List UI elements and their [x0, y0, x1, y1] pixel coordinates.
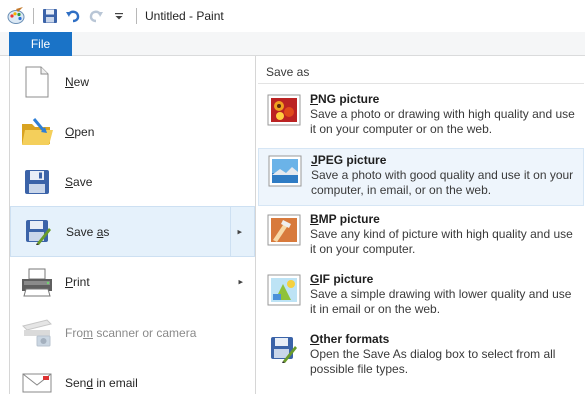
save-option-title: BMP picture [310, 212, 580, 227]
label-text: scanner or camera [93, 326, 197, 340]
save-option-description: Save a photo with good quality and use i… [311, 168, 574, 197]
access-key: G [310, 272, 320, 286]
email-icon [20, 366, 54, 394]
save-option-description: Save any kind of picture with high quali… [310, 227, 573, 256]
label-text: Fro [65, 326, 83, 340]
access-key: O [310, 332, 320, 346]
menu-item-label: Open [65, 125, 94, 139]
title-separator [136, 8, 137, 24]
save-option-title: JPEG picture [311, 153, 581, 168]
menu-item-print[interactable]: Print ▸ [10, 257, 255, 307]
save-icon [20, 165, 54, 199]
label-text: Save [66, 224, 97, 239]
access-key: B [310, 212, 319, 226]
title-text: MP picture [318, 212, 380, 226]
save-icon[interactable] [40, 6, 60, 26]
menu-item-label: Print [65, 275, 90, 289]
title-text: PEG picture [317, 153, 387, 167]
label-text: ave [73, 175, 93, 189]
save-option-description: Save a simple drawing with lower quality… [310, 287, 572, 316]
window-title: Untitled - Paint [145, 9, 224, 23]
menu-item-save-as[interactable]: Save as ▸ [10, 206, 255, 257]
label-text: ew [73, 75, 90, 89]
label-text: pen [74, 125, 95, 139]
save-option-text: GIF picture Save a simple drawing with lo… [310, 272, 580, 326]
jpeg-picture-icon [267, 153, 303, 189]
save-as-icon [21, 215, 55, 249]
access-key: P [310, 92, 319, 106]
menu-item-new[interactable]: New [10, 57, 255, 107]
file-tab[interactable]: File [9, 32, 72, 56]
scanner-icon [20, 316, 54, 350]
save-option-description: Save a photo or drawing with high qualit… [310, 107, 575, 136]
redo-icon[interactable] [86, 6, 106, 26]
save-option-description: Open the Save As dialog box to select fr… [310, 347, 556, 376]
header-divider [258, 83, 584, 84]
submenu-arrow-icon[interactable]: ▸ [238, 277, 243, 288]
save-option-text: PNG picture Save a photo or drawing with … [310, 92, 580, 146]
open-folder-icon [20, 115, 54, 149]
customize-dropdown-icon[interactable] [109, 6, 129, 26]
title-bar: Untitled - Paint [0, 0, 585, 32]
save-option-gif-picture[interactable]: GIF picture Save a simple drawing with lo… [258, 268, 584, 326]
menu-item-send-in-email[interactable]: Send in email [10, 358, 255, 394]
menu-item-from-scanner-or-camera: From scanner or camera [10, 308, 255, 358]
label-text: s [103, 224, 110, 239]
gif-picture-icon [266, 272, 302, 308]
save-option-png-picture[interactable]: PNG picture Save a photo or drawing with … [258, 88, 584, 146]
save-option-text: JPEG picture Save a photo with good quali… [311, 153, 581, 205]
printer-icon [20, 265, 54, 299]
access-key: O [65, 125, 75, 139]
access-key: N [65, 75, 74, 89]
paint-app-icon[interactable] [6, 6, 26, 26]
access-key: m [83, 326, 93, 340]
save-option-text: BMP picture Save any kind of picture with… [310, 212, 580, 266]
panel-header: Save as [266, 65, 310, 79]
menu-item-label: Save [65, 175, 92, 189]
title-text: IF picture [319, 272, 374, 286]
access-key: P [65, 275, 74, 289]
access-key: S [65, 175, 74, 189]
new-document-icon [20, 65, 54, 99]
menu-item-save[interactable]: Save [10, 157, 255, 207]
save-option-other-formats[interactable]: Other formats Open the Save As dialog box… [258, 328, 584, 386]
save-as-panel: Save as PNG picture Save a photo or drawi… [255, 56, 585, 394]
menu-item-label: New [65, 75, 89, 89]
title-separator [33, 8, 34, 24]
save-option-jpeg-picture[interactable]: JPEG picture Save a photo with good quali… [258, 148, 584, 206]
submenu-arrow-icon[interactable]: ▸ [237, 226, 242, 237]
label-text: Sen [65, 376, 87, 390]
title-text: ther formats [319, 332, 390, 346]
label-text: rint [73, 275, 90, 289]
menu-item-label: From scanner or camera [65, 326, 196, 340]
file-menu: New Open Save Save as ▸ Print ▸ From scanner or… [9, 56, 255, 394]
menu-item-label: Send in email [65, 376, 138, 390]
other-formats-icon [266, 332, 302, 368]
save-option-title: PNG picture [310, 92, 580, 107]
save-option-bmp-picture[interactable]: BMP picture Save any kind of picture with… [258, 208, 584, 266]
bmp-picture-icon [266, 212, 302, 248]
save-option-title: Other formats [310, 332, 580, 347]
menu-item-label: Save as [66, 225, 109, 239]
save-option-text: Other formats Open the Save As dialog box… [310, 332, 580, 386]
menu-item-open[interactable]: Open [10, 107, 255, 157]
submenu-divider [230, 207, 231, 256]
png-picture-icon [266, 92, 302, 128]
ribbon-tab-row: File [0, 32, 585, 56]
undo-icon[interactable] [63, 6, 83, 26]
access-key: J [311, 153, 318, 167]
title-text: NG picture [318, 92, 380, 106]
save-option-title: GIF picture [310, 272, 580, 287]
label-text: in email [93, 376, 138, 390]
